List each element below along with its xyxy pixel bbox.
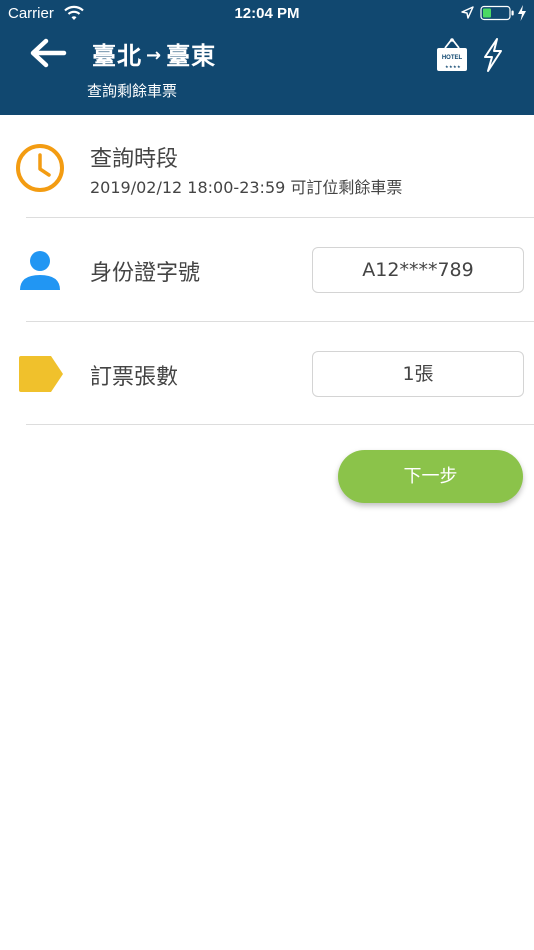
clock-icon: [16, 144, 64, 192]
person-icon: [20, 251, 60, 290]
tag-icon: [19, 356, 63, 392]
hotel-button[interactable]: ★ ★ ★ ★ HOTEL: [436, 38, 468, 72]
back-arrow-icon[interactable]: [28, 36, 68, 70]
svg-text:★: ★: [457, 64, 461, 69]
app-header: Carrier 12:04 PM 臺北 → 臺東 查詢剩餘車票 ★ ★ ★ ★ …: [0, 0, 534, 115]
divider: [26, 424, 534, 425]
battery-icon: [480, 5, 514, 21]
next-step-button[interactable]: 下一步: [338, 450, 523, 503]
destination-station: 臺東: [166, 42, 217, 70]
id-number-row: 身份證字號 A12****789: [0, 218, 534, 321]
query-period-detail: 2019/02/12 18:00-23:59 可訂位剩餘車票: [90, 178, 403, 197]
charging-bolt-icon: [518, 5, 526, 21]
location-arrow-icon: [461, 6, 474, 19]
lightning-icon[interactable]: [480, 37, 506, 73]
route-arrow: →: [146, 45, 163, 66]
query-period-title: 查詢時段: [90, 147, 179, 172]
status-time: 12:04 PM: [234, 5, 300, 22]
ticket-count-label: 訂票張數: [90, 365, 179, 390]
ticket-count-row: 訂票張數 1張: [0, 322, 534, 425]
query-period-row: 查詢時段 2019/02/12 18:00-23:59 可訂位剩餘車票: [0, 115, 534, 218]
route-title: 臺北 → 臺東: [92, 36, 216, 71]
page-subtitle: 查詢剩餘車票: [87, 82, 178, 100]
id-number-field[interactable]: A12****789: [312, 247, 524, 293]
ticket-count-field[interactable]: 1張: [312, 351, 524, 397]
status-bar: Carrier 12:04 PM: [0, 0, 534, 28]
hotel-label: HOTEL: [441, 55, 463, 61]
id-number-label: 身份證字號: [90, 261, 201, 286]
origin-station: 臺北: [92, 42, 142, 70]
